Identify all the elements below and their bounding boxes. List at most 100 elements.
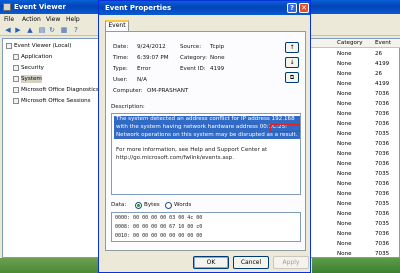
forward-icon[interactable]: ▶	[14, 26, 22, 34]
copy-event-button[interactable]: ⧉	[285, 72, 299, 83]
row-category: None	[337, 231, 352, 237]
words-radio[interactable]	[165, 202, 172, 209]
computer-icon	[6, 43, 12, 49]
event-properties-dialog: Event Properties ? ✕ Event Date: 9/24/20…	[98, 0, 311, 273]
data-line-1: 0000: 00 00 00 00 03 00 4c 00	[115, 215, 203, 221]
desktop-background-right	[312, 258, 400, 273]
time-value: 6:39:07 PM	[137, 55, 169, 61]
dialog-titlebar: Event Properties ? ✕	[99, 1, 310, 15]
log-icon	[13, 54, 19, 60]
log-icon	[13, 76, 19, 82]
row-category: None	[337, 51, 352, 57]
row-category: None	[337, 241, 352, 247]
row-category: None	[337, 201, 352, 207]
row-event: 4199	[375, 61, 390, 67]
row-event: 7036	[375, 141, 390, 147]
dialog-title: Event Properties	[105, 4, 172, 12]
row-category: None	[337, 221, 352, 227]
event-id-value: 4199	[210, 66, 225, 72]
row-category: None	[337, 71, 352, 77]
cancel-button[interactable]: Cancel	[233, 256, 269, 269]
date-value: 9/24/2012	[137, 44, 166, 50]
row-event: 7036	[375, 181, 390, 187]
row-category: None	[337, 111, 352, 117]
words-radio-label: Words	[174, 202, 192, 208]
highlight-marker	[270, 124, 300, 132]
next-event-button[interactable]: ↓	[285, 57, 299, 68]
row-event: 7036	[375, 211, 390, 217]
help-button[interactable]: ?	[287, 3, 297, 13]
row-event: 7036	[375, 151, 390, 157]
row-category: None	[337, 131, 352, 137]
bytes-radio[interactable]	[135, 202, 142, 209]
log-icon	[13, 87, 19, 93]
row-category: None	[337, 161, 352, 167]
row-event: 7036	[375, 121, 390, 127]
row-event: 7035	[375, 201, 390, 207]
row-event: 7035	[375, 221, 390, 227]
row-event: 4199	[375, 81, 390, 87]
help-line-1: For more information, see Help and Suppo…	[116, 147, 268, 153]
menu-view[interactable]: View	[46, 16, 60, 23]
row-category: None	[337, 181, 352, 187]
row-event: 7035	[375, 171, 390, 177]
data-box[interactable]: 0000: 00 00 00 00 03 00 4c 00 0008: 00 0…	[111, 212, 301, 242]
description-line-2: with the system having network hardware …	[116, 124, 288, 130]
apply-button[interactable]: Apply	[273, 256, 309, 269]
event-viewer-title: Event Viewer	[14, 3, 66, 11]
tab-event[interactable]: Event	[105, 20, 129, 31]
ok-button[interactable]: OK	[193, 256, 229, 269]
previous-event-button[interactable]: ↑	[285, 42, 299, 53]
row-event: 7036	[375, 91, 390, 97]
row-event: 7035	[375, 131, 390, 137]
properties-icon[interactable]: ▤	[38, 26, 46, 34]
row-category: None	[337, 81, 352, 87]
row-event: 7036	[375, 101, 390, 107]
user-label: User:	[113, 77, 128, 83]
type-value: Error	[137, 66, 151, 72]
menu-action[interactable]: Action	[22, 16, 41, 23]
help-link[interactable]: http://go.microsoft.com/fwlink/events.as…	[116, 155, 234, 161]
column-header-event[interactable]: Event	[375, 40, 391, 46]
row-category: None	[337, 171, 352, 177]
menu-help[interactable]: Help	[66, 16, 80, 23]
row-category: None	[337, 101, 352, 107]
close-button[interactable]: ✕	[299, 3, 309, 13]
row-event: 7036	[375, 231, 390, 237]
row-category: None	[337, 151, 352, 157]
back-icon[interactable]: ◀	[4, 26, 12, 34]
description-label: Description:	[111, 104, 145, 110]
bytes-radio-label: Bytes	[144, 202, 160, 208]
row-category: None	[337, 61, 352, 67]
row-event: 7035	[375, 251, 390, 257]
row-category: None	[337, 91, 352, 97]
export-icon[interactable]: ▦	[60, 26, 68, 34]
category-value: None	[210, 55, 225, 61]
row-category: None	[337, 211, 352, 217]
menu-file[interactable]: File	[4, 16, 14, 23]
row-event: 26	[375, 71, 383, 77]
log-icon	[13, 98, 19, 104]
description-line-3: Network operations on this system may be…	[116, 132, 298, 138]
up-icon[interactable]: ▲	[26, 26, 34, 34]
row-category: None	[337, 251, 352, 257]
computer-value: OM-PRASHANT	[147, 88, 189, 94]
row-category: None	[337, 121, 352, 127]
refresh-icon[interactable]: ↻	[48, 26, 56, 34]
row-event: 7036	[375, 161, 390, 167]
data-line-3: 0010: 00 00 00 00 00 00 00 00	[115, 233, 203, 239]
user-value: N/A	[137, 77, 147, 83]
row-event: 7036	[375, 241, 390, 247]
column-header-category[interactable]: Category	[337, 40, 363, 46]
category-label: Category:	[180, 55, 208, 61]
row-event: 7036	[375, 111, 390, 117]
log-icon	[13, 65, 19, 71]
desktop-background	[0, 258, 98, 273]
date-label: Date:	[113, 44, 129, 50]
row-event: 7036	[375, 191, 390, 197]
row-category: None	[337, 191, 352, 197]
data-label: Data:	[111, 202, 127, 208]
help-icon[interactable]: ?	[72, 26, 80, 34]
description-box[interactable]: The system detected an address conflict …	[111, 113, 301, 195]
row-event: 26	[375, 51, 383, 57]
